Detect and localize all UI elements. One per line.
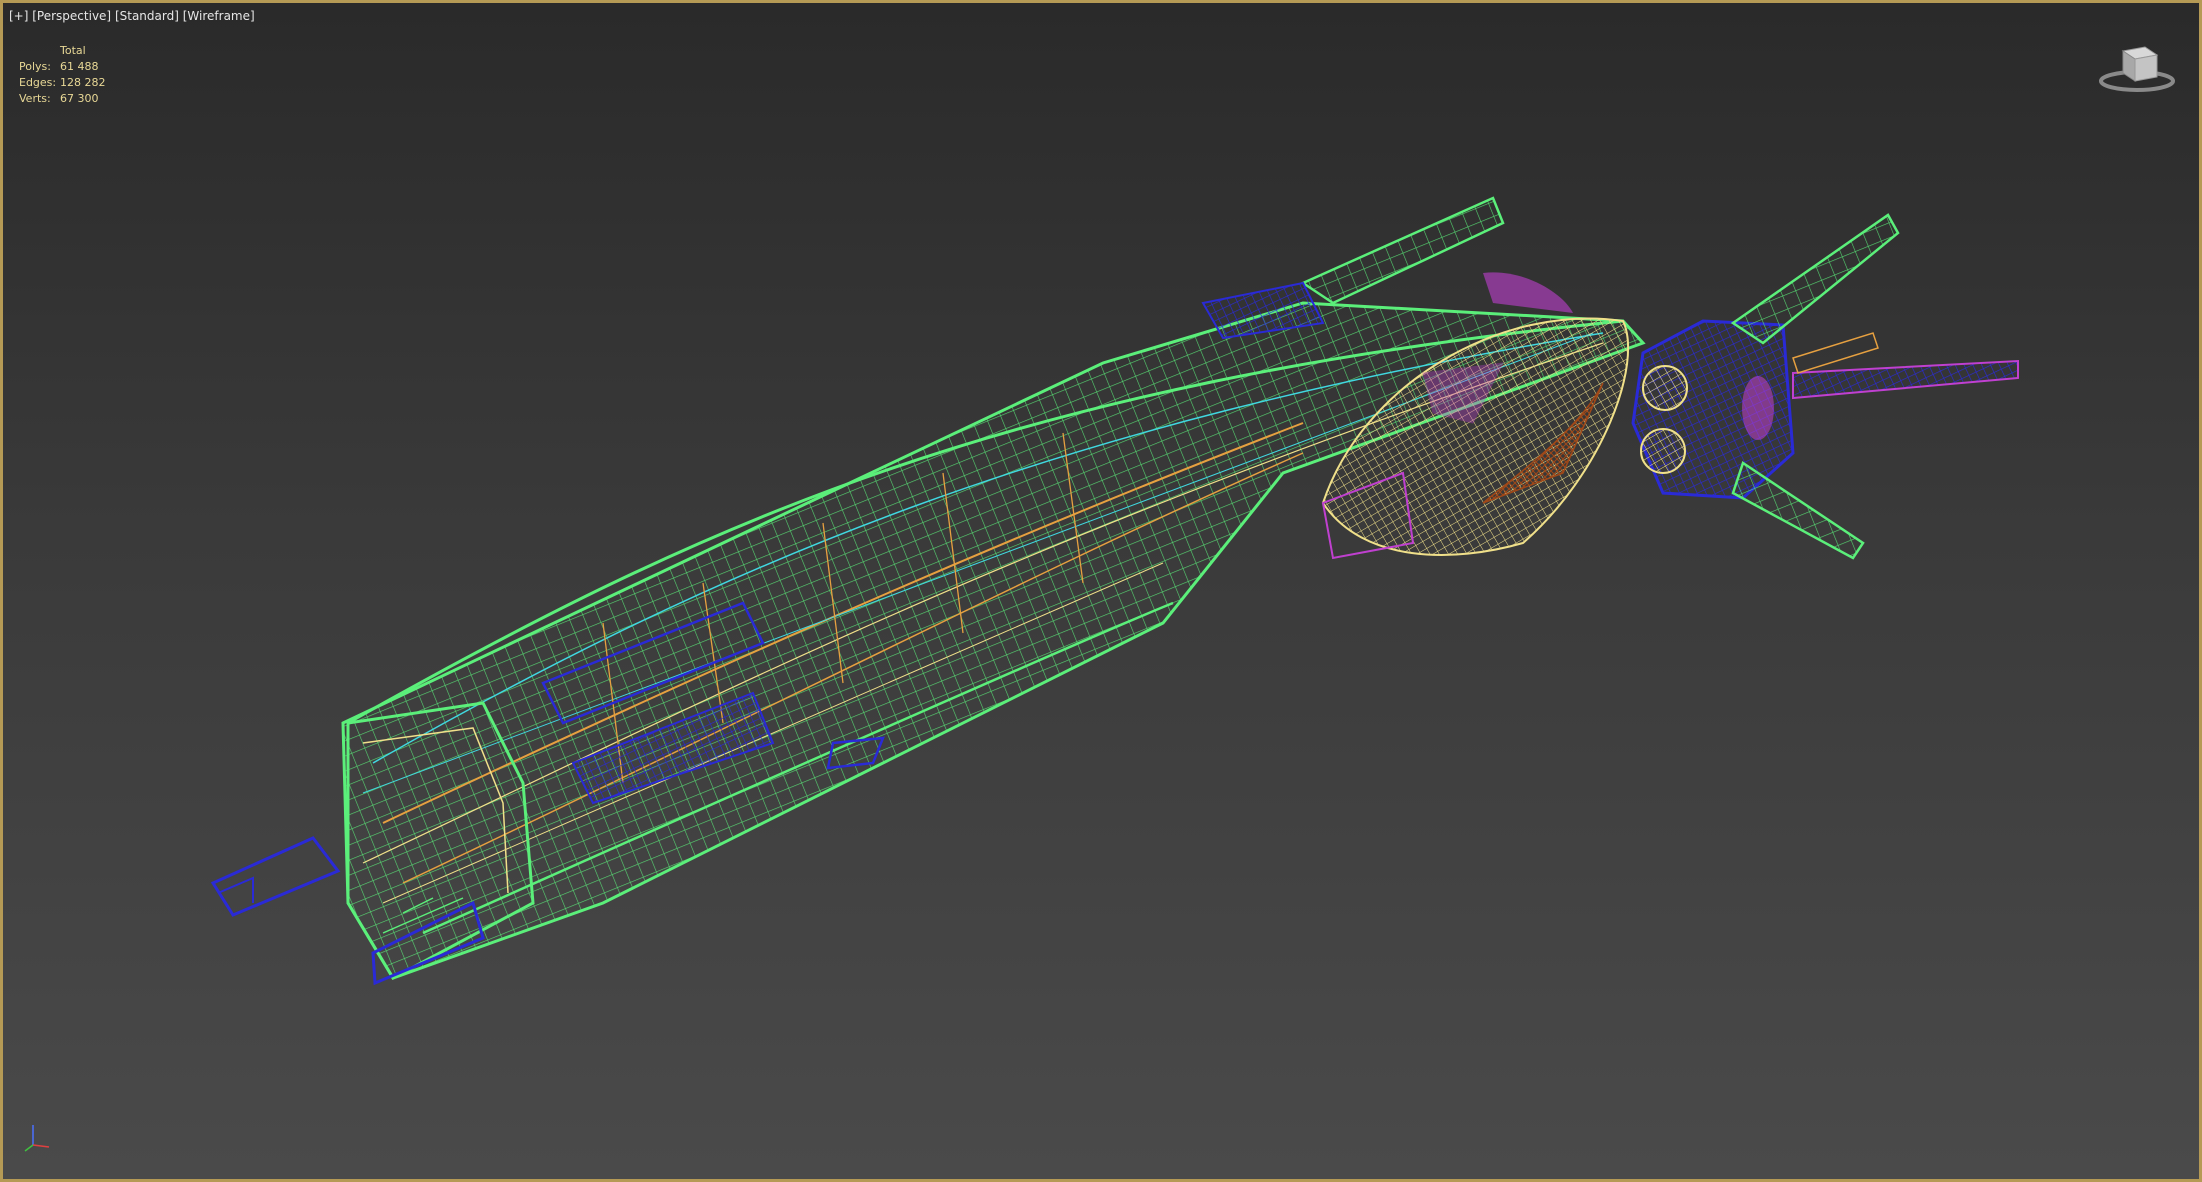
axis-tripod-icon: [24, 1125, 50, 1152]
wireframe-spaceship-model[interactable]: [3, 3, 2202, 1182]
ship-front-module: [1631, 213, 2019, 560]
3d-viewport[interactable]: [+] [Perspective] [Standard] [Wireframe]…: [0, 0, 2202, 1182]
